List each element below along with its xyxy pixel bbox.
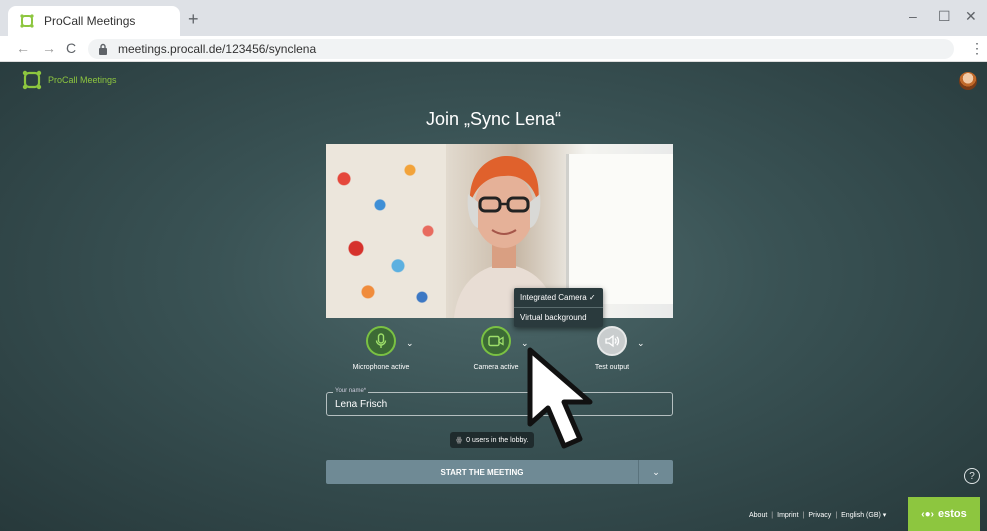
estos-text: estos [937,508,967,520]
about-link[interactable]: About [749,512,767,519]
preview-painting [326,144,446,318]
tab-title: ProCall Meetings [44,14,136,28]
microphone-button[interactable] [366,326,396,356]
new-tab-button[interactable]: + [188,9,199,30]
microphone-control: ⌄ Microphone active [353,326,414,371]
url-text: meetings.procall.de/123456/synclena [118,42,317,56]
back-button[interactable]: ← [16,40,30,56]
camera-control: ⌄ Camera active [473,326,529,371]
camera-preview [326,144,673,318]
preview-window [566,154,673,304]
brand[interactable]: ProCall Meetings [22,70,117,90]
browser-tab[interactable]: ProCall Meetings [8,6,180,36]
procall-logo-icon [22,70,42,90]
close-window-button[interactable]: ✕ [965,8,977,25]
lock-icon [99,43,107,55]
footer-links: About | Imprint | Privacy | English (GB)… [749,511,886,520]
privacy-link[interactable]: Privacy [808,512,831,519]
help-icon[interactable]: ? [964,468,980,484]
output-dropdown-caret[interactable]: ⌄ [637,338,645,349]
start-meeting-label: START THE MEETING [440,467,524,477]
page-title: Join „Sync Lena“ [425,109,562,129]
name-field-label: Your name* [333,388,369,394]
avatar[interactable] [959,72,977,90]
meeting-app: ProCall Meetings Join „Sync Lena“ Integr… [0,62,987,531]
footer-separator: | [802,511,805,519]
reload-button[interactable]: C [66,40,76,56]
lobby-count: 0 users in the lobby. [466,436,529,444]
maximize-button[interactable]: ☐ [938,8,951,25]
menu-item-virtual-background[interactable]: Virtual background [514,307,603,327]
name-field[interactable]: Your name* [326,388,673,416]
camera-button[interactable] [481,326,511,356]
users-icon: ꙮ [456,437,463,444]
url-field[interactable]: meetings.procall.de/123456/synclena [88,39,954,59]
procall-logo-icon [20,14,34,28]
camera-icon [488,335,504,347]
browser-tab-bar: ProCall Meetings + – ☐ ✕ [0,0,987,36]
minimize-button[interactable]: – [909,8,917,24]
lobby-status: ꙮ 0 users in the lobby. [450,432,535,448]
estos-logo[interactable]: ‹●› estos [908,497,980,531]
address-bar: ← → C meetings.procall.de/123456/synclen… [0,36,987,62]
microphone-label: Microphone active [352,364,410,371]
camera-label: Camera active [473,364,519,371]
start-meeting-button[interactable]: START THE MEETING [326,460,638,484]
camera-dropdown-menu: Integrated Camera ✓ Virtual background [514,288,603,327]
imprint-link[interactable]: Imprint [777,512,798,519]
estos-mark-icon: ‹●› [921,508,934,520]
footer-separator: | [771,511,774,519]
microphone-dropdown-caret[interactable]: ⌄ [406,338,414,349]
menu-item-integrated-camera[interactable]: Integrated Camera ✓ [514,288,603,307]
brand-name: ProCall Meetings [48,75,117,85]
forward-button[interactable]: → [42,40,56,56]
language-select[interactable]: English (GB) ▾ [841,511,886,519]
microphone-icon [375,333,387,348]
browser-menu-icon[interactable]: ⋮ [970,40,984,57]
start-options-button[interactable]: ⌄ [638,460,673,484]
footer-separator: | [835,511,838,519]
cursor-arrow-icon [527,347,593,449]
